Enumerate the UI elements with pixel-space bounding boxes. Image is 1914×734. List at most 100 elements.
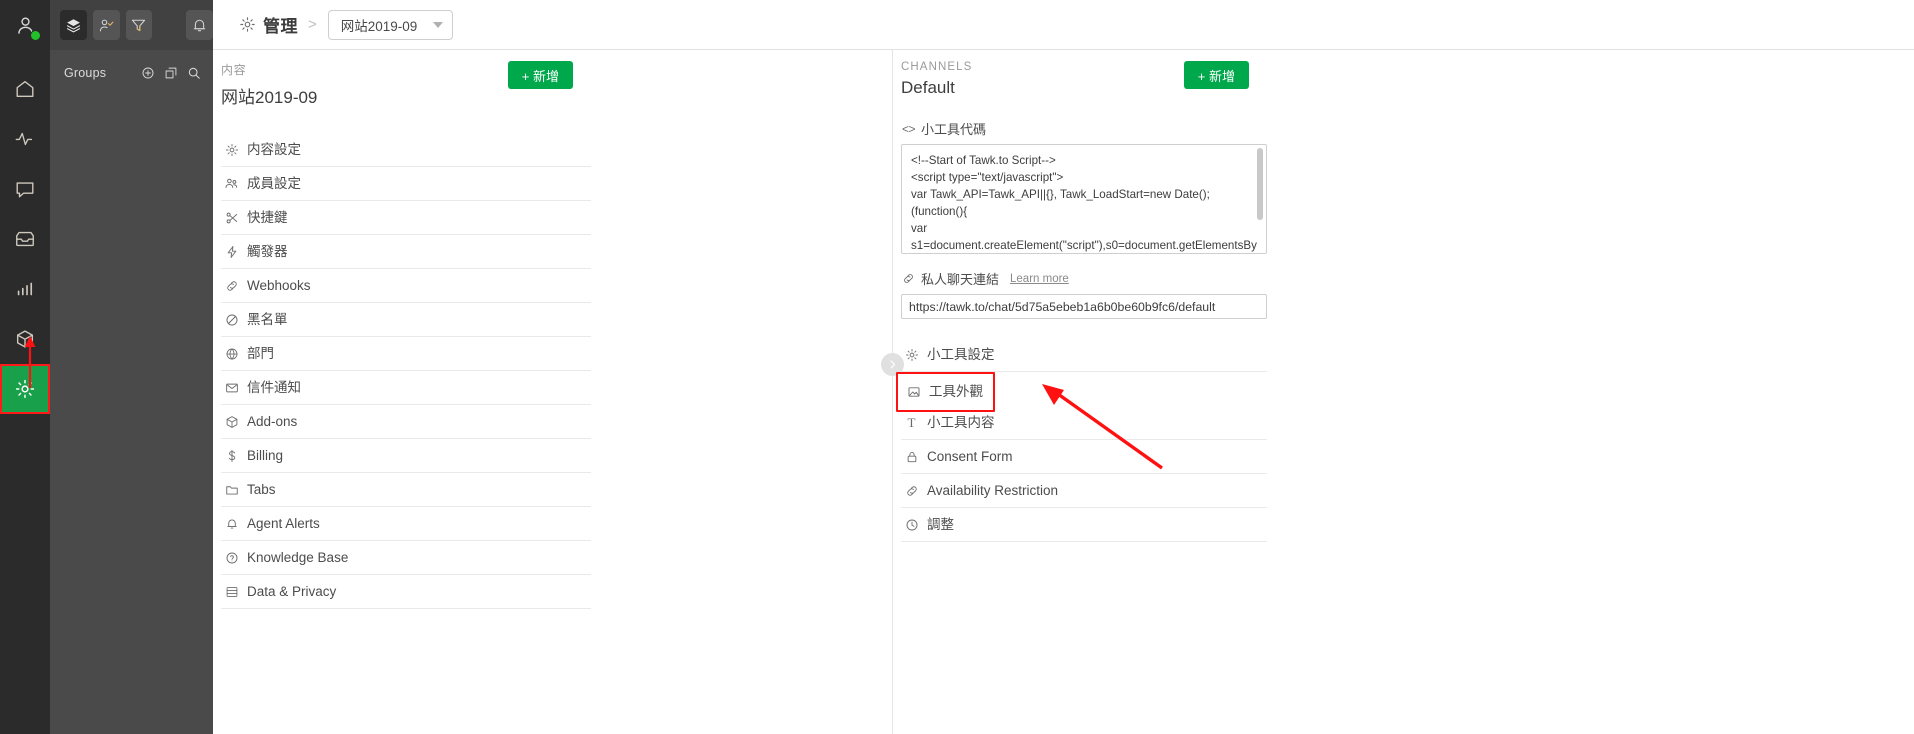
content-row: 内容 网站2019-09 + 新增 [213,50,1914,734]
sidebar-item-addons[interactable] [0,314,50,364]
box-package-icon [14,328,36,350]
channel-header: CHANNELS Default + 新增 [901,61,1267,98]
add-property-button[interactable]: + 新增 [508,61,573,89]
link-chain-icon [901,272,916,286]
menu-item-content-settings[interactable]: 内容設定 [221,133,591,167]
tool-layers[interactable] [60,10,87,40]
add-channel-button[interactable]: + 新增 [1184,61,1249,89]
sidebar-item-monitoring[interactable] [0,114,50,164]
page-title: 管理 [263,12,298,37]
primary-nav-rail [0,0,50,734]
gear-icon [239,16,256,33]
property-selector[interactable]: 网站2019-09 [328,10,454,40]
tool-filter[interactable] [126,10,153,40]
copy-icon[interactable] [164,66,178,80]
menu-item-label: Knowledge Base [247,551,348,565]
envelope-icon [223,380,240,395]
menu-item-agent-alerts[interactable]: Agent Alerts [221,507,591,541]
people-icon [223,176,240,191]
menu-item-member-settings[interactable]: 成員設定 [221,167,591,201]
home-icon [14,78,36,100]
menu-item-widget-appearance[interactable]: 工具外觀 [896,372,995,412]
online-status-dot [30,30,41,41]
notifications-button[interactable] [186,10,213,40]
menu-item-triggers[interactable]: 觸發器 [221,235,591,269]
user-check-icon [98,17,115,34]
property-selector-value: 网站2019-09 [341,15,418,35]
lightning-bolt-icon [223,244,240,259]
plus-circle-icon[interactable] [141,66,155,80]
menu-item-knowledge-base[interactable]: Knowledge Base [221,541,591,575]
code-scrollbar-thumb[interactable] [1257,148,1263,220]
property-settings-column: 内容 网站2019-09 + 新增 [213,50,892,734]
menu-item-label: 工具外觀 [929,385,983,399]
channel-title: Default [901,78,1184,98]
menu-item-shortcuts[interactable]: 快捷鍵 [221,201,591,235]
database-icon [223,584,240,599]
spacer [901,254,1267,269]
menu-item-mail-notifications[interactable]: 信件通知 [221,371,591,405]
menu-item-availability-restriction[interactable]: Availability Restriction [901,474,1267,508]
gear-icon [223,142,240,157]
menu-item-blacklist[interactable]: 黑名單 [221,303,591,337]
question-circle-icon [223,550,240,565]
search-icon[interactable] [187,66,201,80]
menu-item-label: Data & Privacy [247,585,336,599]
breadcrumb-separator: > [308,16,317,33]
channel-eyebrow: CHANNELS [901,61,1184,73]
menu-item-label: Agent Alerts [247,517,320,531]
groups-title: Groups [64,66,141,80]
avatar[interactable] [0,0,50,50]
menu-item-departments[interactable]: 部門 [221,337,591,371]
dollar-sign-icon [223,448,240,463]
breadcrumb: 管理 > 网站2019-09 [213,0,1914,50]
tool-agents[interactable] [93,10,120,40]
menu-item-label: 信件通知 [247,381,301,395]
menu-item-label: Billing [247,449,283,463]
menu-item-label: 黑名單 [247,313,288,327]
property-settings-inner: 内容 网站2019-09 + 新增 [221,61,591,609]
menu-item-data-privacy[interactable]: Data & Privacy [221,575,591,609]
menu-item-label: 内容設定 [247,143,301,157]
groups-panel: Groups [50,0,213,734]
folder-icon [223,482,240,497]
channel-header-text: CHANNELS Default [901,61,1184,98]
menu-item-label: 快捷鍵 [247,211,288,225]
menu-item-tabs[interactable]: Tabs [221,473,591,507]
learn-more-link[interactable]: Learn more [1010,273,1069,285]
widget-code-label-row: <> 小工具代碼 [901,119,1267,138]
private-link-label-row: 私人聊天連結 Learn more [901,269,1267,288]
sidebar-item-administration[interactable] [0,364,50,414]
channel-menu-list: 小工具設定 工具外觀 [901,338,1267,542]
widget-appearance-row-wrap: 工具外觀 [901,372,1267,406]
private-link-input[interactable] [901,294,1267,319]
menu-item-label: Consent Form [927,450,1013,464]
widget-code-textarea[interactable]: <!--Start of Tawk.to Script--> <script t… [901,144,1267,254]
groups-actions [141,66,201,80]
menu-item-widget-settings[interactable]: 小工具設定 [901,338,1267,372]
app-root: Groups [0,0,1914,734]
layers-stack-icon [65,17,82,34]
sidebar-item-reporting[interactable] [0,264,50,314]
chat-bubble-icon [14,178,36,200]
channel-inner: CHANNELS Default + 新增 <> 小工具代碼 <!--Start… [901,61,1267,542]
menu-item-billing[interactable]: Billing [221,439,591,473]
gear-icon [14,378,36,400]
sidebar-item-chats[interactable] [0,164,50,214]
menu-item-label: 調整 [927,518,954,532]
menu-item-label: 觸發器 [247,245,288,259]
sidebar-item-home[interactable] [0,64,50,114]
angle-brackets-icon: <> [901,122,916,136]
menu-item-consent-form[interactable]: Consent Form [901,440,1267,474]
globe-icon [223,346,240,361]
menu-item-adjustment[interactable]: 調整 [901,508,1267,542]
private-link-label: 私人聊天連結 [921,269,999,288]
rail-items [0,50,50,414]
menu-item-add-ons[interactable]: Add-ons [221,405,591,439]
link-chain-icon [903,483,920,498]
property-title: 网站2019-09 [221,83,508,108]
scissors-icon [223,210,240,225]
sidebar-item-inbox[interactable] [0,214,50,264]
property-header: 内容 网站2019-09 + 新增 [221,61,591,108]
menu-item-webhooks[interactable]: Webhooks [221,269,591,303]
